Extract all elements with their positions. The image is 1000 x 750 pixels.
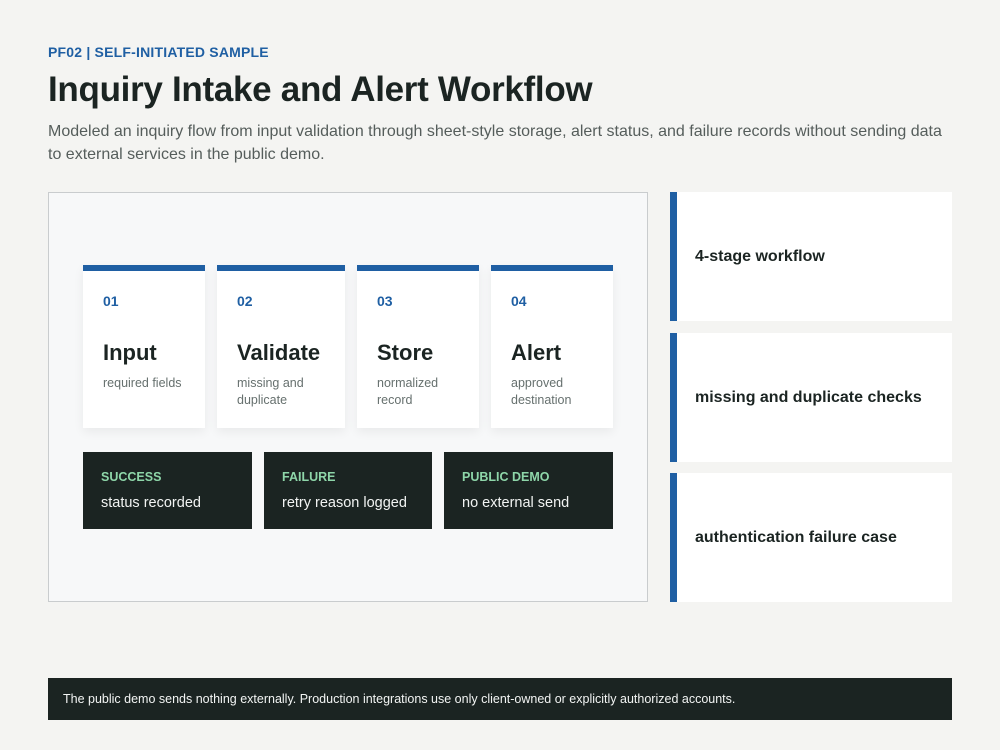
page-title: Inquiry Intake and Alert Workflow [48,70,593,109]
status-text: no external send [462,495,570,511]
feature-label: missing and duplicate checks [695,388,922,406]
stage-number: 02 [237,293,253,309]
stage-note: approved destination [511,376,572,407]
stage-name: Store [377,340,434,365]
stage-name: Validate [237,340,321,365]
status-box-success: SUCCESS status recorded [83,452,252,529]
stage-card-input: 01 Input required fields [83,265,205,428]
status-label: SUCCESS [101,470,162,484]
stage-name: Input [103,340,157,365]
stage-name: Alert [511,340,562,365]
status-label: PUBLIC DEMO [462,470,550,484]
stage-card-alert: 04 Alert approved destination [491,265,613,428]
feature-card-checks: missing and duplicate checks [670,333,952,462]
feature-label: authentication failure case [695,528,897,546]
stage-card-validate: 02 Validate missing and duplicate [217,265,345,428]
status-box-public-demo: PUBLIC DEMO no external send [444,452,613,529]
feature-card-auth-failure: authentication failure case [670,473,952,602]
workflow-diagram-panel: 01 Input required fields 02 Validate mis… [48,192,648,602]
stage-number: 03 [377,293,393,309]
stage-note: missing and duplicate [237,376,304,407]
status-box-failure: FAILURE retry reason logged [264,452,432,529]
feature-label: 4-stage workflow [695,247,825,265]
status-label: FAILURE [282,470,336,484]
page-description: Modeled an inquiry flow from input valid… [48,123,942,163]
footer-text: The public demo sends nothing externally… [63,692,736,706]
stage-card-store: 03 Store normalized record [357,265,479,428]
stage-note: required fields [103,376,182,390]
status-text: retry reason logged [282,495,407,511]
stage-note: normalized record [377,376,439,407]
stage-number: 01 [103,293,119,309]
feature-card-workflow: 4-stage workflow [670,192,952,321]
status-text: status recorded [101,495,201,511]
footer-notice: The public demo sends nothing externally… [48,678,952,720]
project-eyebrow: PF02 | SELF-INITIATED SAMPLE [48,44,269,60]
stage-number: 04 [511,293,527,309]
